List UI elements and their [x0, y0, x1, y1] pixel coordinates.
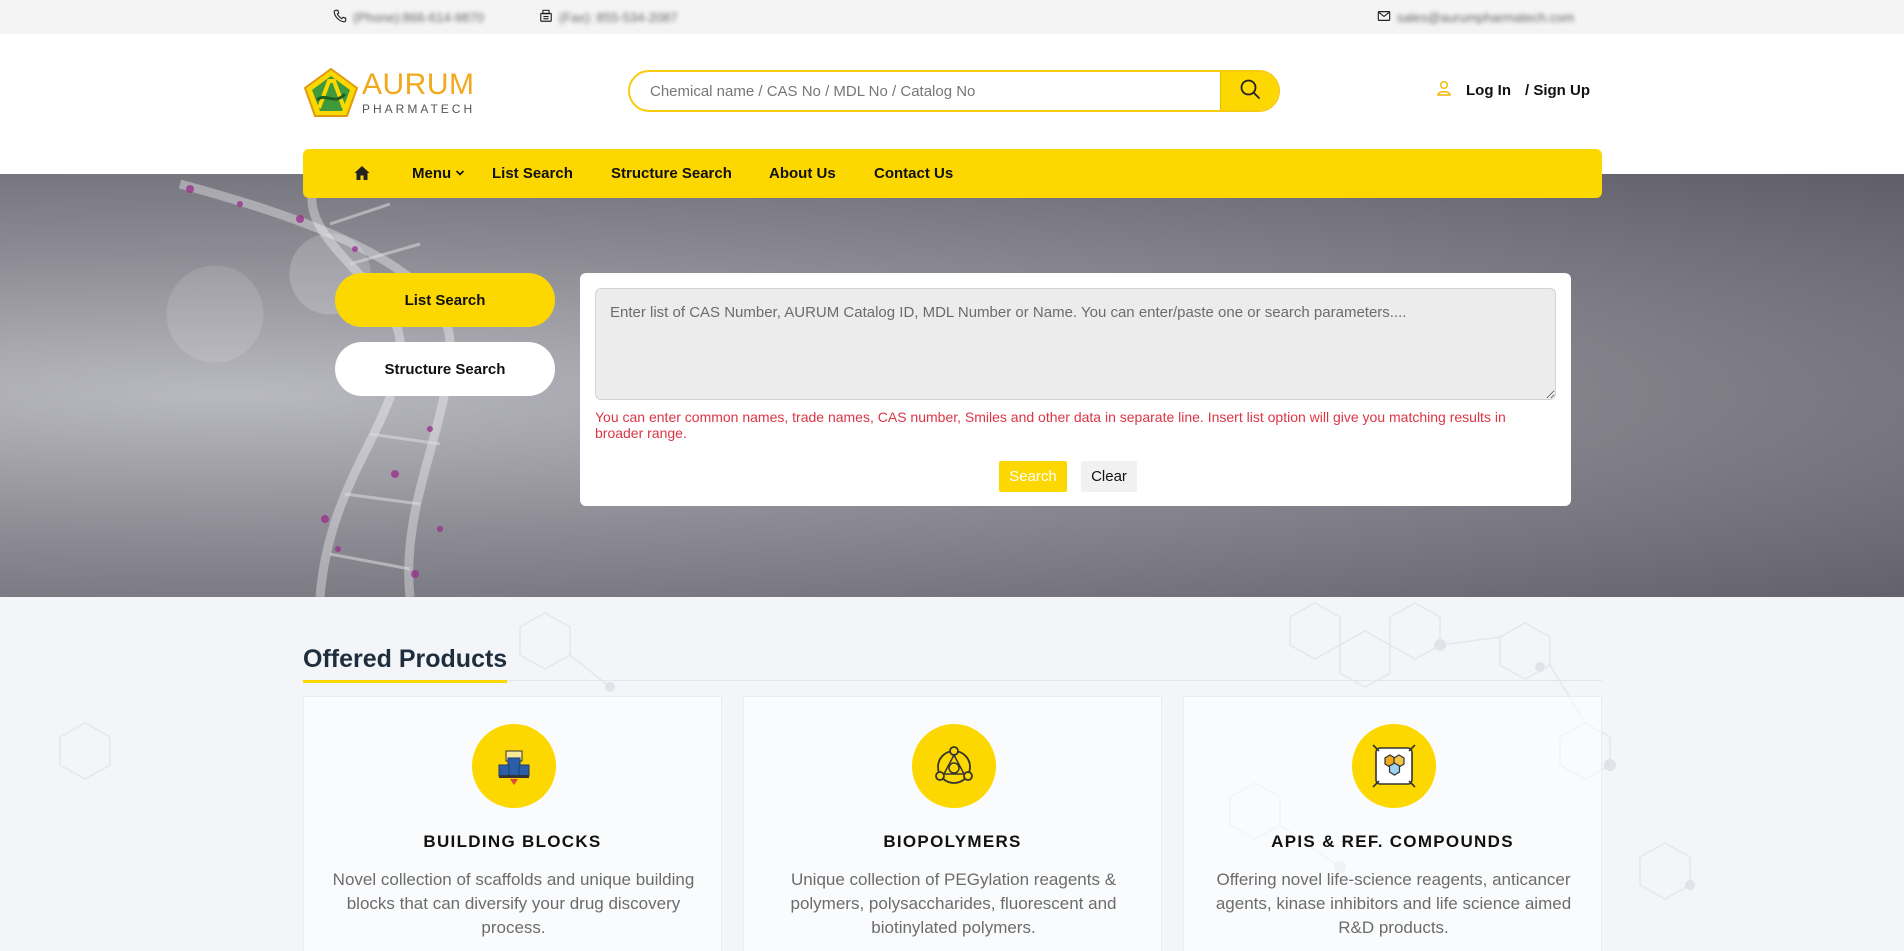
building-blocks-icon: [472, 724, 556, 808]
auth-links: Log In / Sign Up: [1436, 80, 1590, 100]
card-title: BUILDING BLOCKS: [423, 832, 602, 851]
list-search-button[interactable]: Search: [999, 461, 1067, 492]
list-search-textarea[interactable]: [595, 288, 1556, 400]
top-contact-bar: (Phone):866-614-9870 (Fax): 855-534-2087…: [0, 0, 1904, 34]
chevron-down-icon: [455, 165, 465, 182]
search-icon: [1239, 78, 1261, 105]
product-card-biopolymers[interactable]: BIOPOLYMERS Unique collection of PEGylat…: [743, 696, 1162, 951]
card-description: Novel collection of scaffolds and unique…: [332, 870, 695, 937]
email-contact[interactable]: sales@aurumpharmatech.com: [1377, 9, 1574, 26]
biopolymers-icon: [912, 724, 996, 808]
product-card-apis[interactable]: APIS & REF. COMPOUNDS Offering novel lif…: [1183, 696, 1602, 951]
offered-products-section: Offered Products BUILDING BLOCKS Novel c…: [0, 597, 1904, 951]
home-icon[interactable]: [353, 164, 371, 187]
logo-mark-icon: [302, 66, 360, 118]
card-title: APIS & REF. COMPOUNDS: [1271, 832, 1514, 851]
phone-icon: [333, 9, 347, 26]
fax-icon: [539, 9, 553, 26]
clear-button[interactable]: Clear: [1081, 461, 1137, 492]
user-icon: [1436, 80, 1452, 100]
search-input[interactable]: [630, 72, 1220, 110]
email-text: sales@aurumpharmatech.com: [1397, 10, 1575, 25]
card-title: BIOPOLYMERS: [883, 832, 1022, 851]
search-hint: You can enter common names, trade names,…: [595, 409, 1506, 441]
nav-menu-label: Menu: [412, 165, 452, 182]
nav-list-search[interactable]: List Search: [492, 165, 573, 182]
search-button[interactable]: [1220, 72, 1278, 110]
phone-text: (Phone):866-614-9870: [353, 10, 484, 25]
fax-contact[interactable]: (Fax): 855-534-2087: [539, 9, 678, 26]
apis-icon: [1352, 724, 1436, 808]
logo-subtitle: PHARMATECH: [362, 101, 476, 116]
product-card-building-blocks[interactable]: BUILDING BLOCKS Novel collection of scaf…: [303, 696, 722, 951]
offered-products-title: Offered Products: [303, 645, 508, 683]
card-description: Offering novel life-science reagents, an…: [1215, 870, 1572, 937]
fax-text: (Fax): 855-534-2087: [559, 10, 678, 25]
tab-list-search[interactable]: List Search: [335, 273, 555, 327]
nav-contact-us[interactable]: Contact Us: [874, 165, 953, 182]
logo-brand: AURUM: [362, 67, 475, 101]
login-link[interactable]: Log In: [1466, 82, 1511, 99]
tab-structure-search[interactable]: Structure Search: [335, 342, 555, 396]
card-description: Unique collection of PEGylation reagents…: [790, 870, 1117, 937]
list-search-panel: You can enter common names, trade names,…: [580, 273, 1571, 506]
envelope-icon: [1377, 9, 1391, 26]
aurum-logo[interactable]: AURUM PHARMATECH: [302, 64, 476, 120]
phone-contact[interactable]: (Phone):866-614-9870: [333, 9, 484, 26]
nav-structure-search[interactable]: Structure Search: [611, 165, 732, 182]
nav-menu[interactable]: Menu: [412, 165, 465, 182]
signup-link[interactable]: / Sign Up: [1525, 82, 1590, 99]
nav-about-us[interactable]: About Us: [769, 165, 836, 182]
main-nav: Menu List Search Structure Search About …: [303, 149, 1602, 198]
header-search: [628, 70, 1280, 112]
